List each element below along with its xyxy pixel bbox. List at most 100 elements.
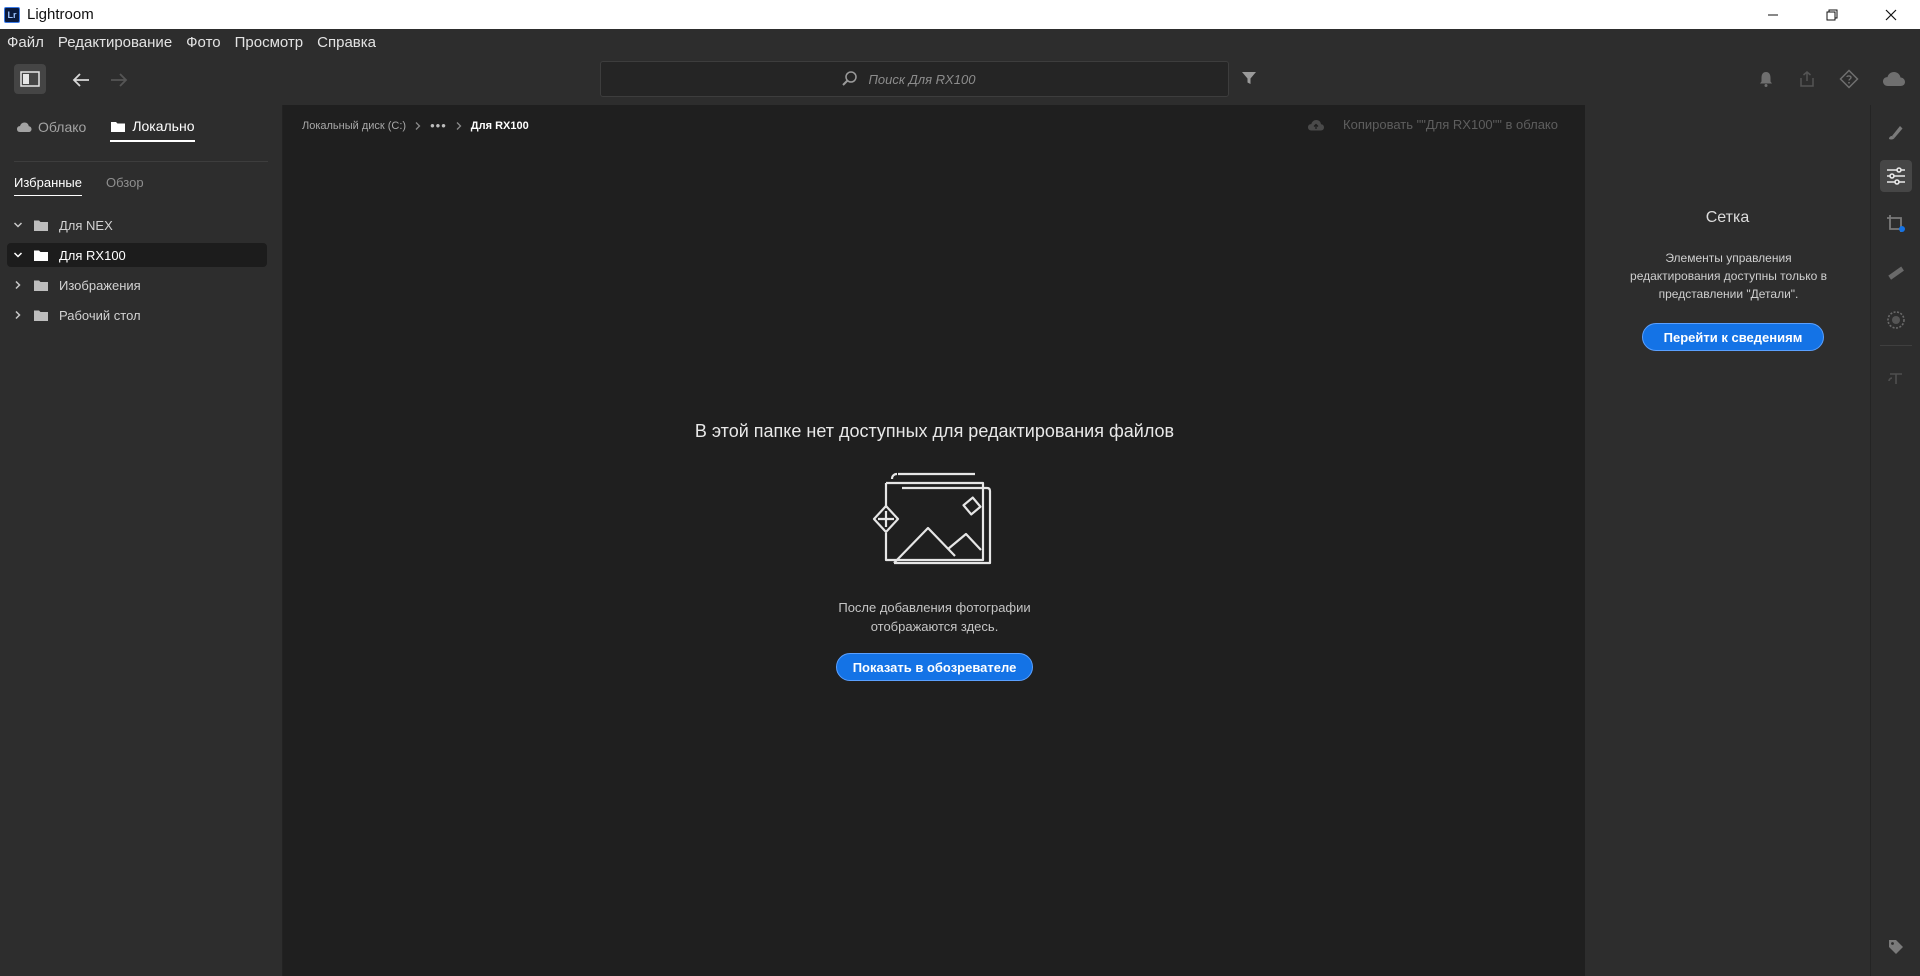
tab-cloud[interactable]: Облако [16,118,86,142]
healing-icon [1888,266,1904,280]
menu-edit[interactable]: Редактирование [58,34,172,51]
folder-label: Для NEX [59,217,113,233]
folder-icon [33,278,49,292]
close-button[interactable] [1861,0,1920,29]
edit-panel: Сетка Элементы управления редактирования… [1585,105,1870,976]
rail-healing-button[interactable] [1880,256,1912,288]
rail-versions-button[interactable] [1880,362,1912,394]
sources-panel: Облако Локально Избранные Обзор Для NEX … [0,105,283,976]
share-button[interactable] [1795,67,1819,91]
rail-divider [1880,345,1912,346]
crop-icon [1887,215,1905,232]
panel-toggle-button[interactable] [14,64,46,94]
toolbar [0,55,1920,105]
bell-icon [1760,72,1772,87]
title-bar: Lr Lightroom [0,0,1920,29]
copy-to-cloud-label: Копировать ""Для RX100"" в облако [1343,117,1558,132]
tool-rail [1870,105,1920,976]
breadcrumb: Локальный диск (C:) ••• Для RX100 [302,118,529,133]
tab-browse[interactable]: Обзор [106,175,144,196]
tab-cloud-label: Облако [38,119,87,135]
folder-icon [33,308,49,322]
restore-icon [1826,9,1837,20]
folder-icon [33,218,49,232]
chevron-right-icon [455,121,463,131]
folder-item[interactable]: Для NEX [7,213,267,237]
folder-label: Изображения [59,277,141,293]
forward-button[interactable] [106,67,132,93]
menu-file[interactable]: Файл [7,34,44,51]
rail-masking-button[interactable] [1880,304,1912,336]
masking-icon [1887,311,1905,329]
go-to-details-button[interactable]: Перейти к сведениям [1642,323,1824,351]
tab-local-label: Локально [132,118,195,134]
filter-icon [1242,72,1256,84]
rail-edit-button[interactable] [1880,160,1912,192]
source-tabs: Облако Локально [16,118,219,142]
minimize-button[interactable] [1743,0,1802,29]
empty-state-title: В этой папке нет доступных для редактиро… [694,421,1175,441]
empty-state: В этой папке нет доступных для редактиро… [284,421,1585,681]
chevron-right-icon [414,121,422,131]
menu-bar: Файл Редактирование Фото Просмотр Справк… [0,29,1920,55]
folder-tree: Для NEX Для RX100 Изображения Рабочий ст… [7,213,267,333]
forward-arrow-icon [111,73,128,87]
copy-to-cloud-button[interactable]: Копировать ""Для RX100"" в облако [1307,117,1558,132]
tag-icon [1889,940,1903,954]
empty-state-description: После добавления фотографии отображаются… [838,600,1031,634]
folder-label: Для RX100 [59,247,126,263]
main-content: Локальный диск (C:) ••• Для RX100 Копиро… [284,105,1585,976]
versions-icon [1888,373,1902,384]
notifications-button[interactable] [1754,67,1778,91]
rail-auto-button[interactable] [1880,116,1912,148]
panel-toggle-icon [20,71,40,87]
restore-button[interactable] [1802,0,1861,29]
search-input[interactable] [868,71,989,87]
window-controls [1743,0,1920,29]
lightroom-logo-icon: Lr [4,6,20,23]
menu-photo[interactable]: Фото [186,34,220,51]
back-button[interactable] [68,67,94,93]
menu-view[interactable]: Просмотр [235,34,304,51]
help-diamond-icon [1839,69,1859,89]
folder-label: Рабочий стол [59,307,141,323]
add-photos-illustration-icon [872,472,991,565]
brush-icon [1889,126,1903,140]
folder-item[interactable]: Изображения [7,273,267,297]
breadcrumb-ellipsis[interactable]: ••• [430,118,447,133]
menu-help[interactable]: Справка [317,34,376,51]
search-box[interactable] [600,61,1229,97]
tab-local[interactable]: Локально [110,118,195,142]
rail-crop-button[interactable] [1880,208,1912,240]
share-icon [1800,71,1814,87]
cloud-sync-button[interactable] [1882,67,1906,91]
search-icon [841,69,861,89]
folder-icon [33,248,49,262]
minimize-icon [1767,14,1778,15]
tab-favorites[interactable]: Избранные [14,175,82,196]
back-arrow-icon [72,73,89,87]
rail-info-button[interactable] [1880,931,1912,963]
folder-item-selected[interactable]: Для RX100 [7,243,267,267]
breadcrumb-current: Для RX100 [470,119,529,132]
divider [14,161,268,162]
chevron-down-icon[interactable] [11,248,25,262]
show-in-explorer-button[interactable]: Показать в обозревателе [835,653,1034,681]
panel-description: Элементы управления редактирования досту… [1630,251,1827,301]
cloud-icon [16,121,32,133]
folder-icon [110,120,126,133]
sliders-icon [1887,167,1905,185]
chevron-right-icon[interactable] [11,278,25,292]
breadcrumb-root[interactable]: Локальный диск (C:) [302,120,406,132]
window-title: Lightroom [27,6,94,23]
filter-button[interactable] [1240,69,1260,89]
chevron-down-icon[interactable] [11,218,25,232]
sub-tabs: Избранные Обзор [14,175,168,196]
close-icon [1885,9,1896,20]
folder-item[interactable]: Рабочий стол [7,303,267,327]
panel-title: Сетка [1705,209,1750,226]
cloud-upload-icon [1307,118,1325,132]
chevron-right-icon[interactable] [11,308,25,322]
cloud-icon [1883,72,1905,86]
help-button[interactable] [1837,67,1861,91]
